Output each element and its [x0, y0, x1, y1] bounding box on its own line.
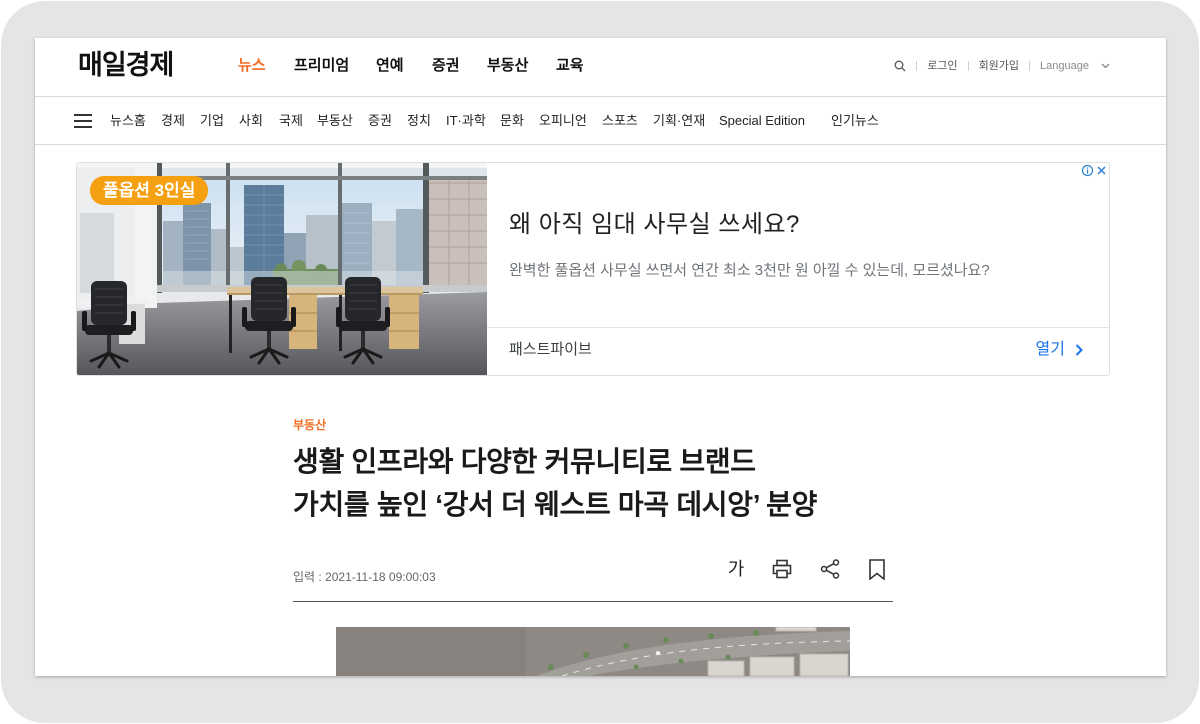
hamburger-menu-icon[interactable] [74, 114, 92, 128]
share-icon[interactable] [819, 558, 841, 580]
ad-badge: 풀옵션 3인실 [90, 176, 209, 205]
language-selector[interactable]: Language [1040, 59, 1110, 73]
article: 부동산 생활 인프라와 다양한 커뮤니티로 브랜드 가치를 높인 ‘강서 더 웨… [293, 38, 893, 676]
divider [916, 61, 918, 71]
article-title-line: 생활 인프라와 다양한 커뮤니티로 브랜드 [293, 446, 756, 477]
published-date: 입력 : 2021-11-18 09:00:03 [293, 570, 436, 584]
article-title-line: 가치를 높인 ‘강서 더 웨스트 마곡 데시앙’ 분양 [293, 489, 818, 520]
print-icon[interactable] [771, 558, 793, 580]
article-title: 생활 인프라와 다양한 커뮤니티로 브랜드 가치를 높인 ‘강서 더 웨스트 마… [293, 440, 893, 526]
search-icon[interactable] [894, 60, 906, 72]
browser-viewport: 매일경제 뉴스 프리미엄 연예 증권 부동산 교육 로그인 회원가입 Langu… [35, 38, 1166, 676]
ad-open-label: 열기 [1035, 341, 1065, 358]
section-nav-item[interactable]: 사회 [239, 112, 263, 130]
section-nav-item[interactable]: 경제 [161, 112, 185, 130]
font-size-button[interactable]: 가 [727, 558, 745, 580]
signup-link[interactable]: 회원가입 [979, 59, 1019, 73]
language-label: Language [1040, 60, 1089, 72]
nav-item-news[interactable]: 뉴스 [238, 56, 266, 76]
divider [967, 61, 969, 71]
utility-menu: 로그인 회원가입 Language [894, 58, 1110, 74]
article-image [336, 626, 851, 676]
bookmark-icon[interactable] [867, 558, 887, 580]
section-nav-item[interactable]: 뉴스홈 [110, 112, 146, 130]
divider [293, 601, 893, 602]
section-nav-item[interactable]: 기업 [200, 112, 224, 130]
divider [1029, 61, 1031, 71]
chevron-down-icon [1101, 63, 1110, 69]
ad-info-icon[interactable] [1081, 164, 1094, 177]
article-category[interactable]: 부동산 [293, 417, 326, 433]
login-link[interactable]: 로그인 [927, 59, 957, 73]
chevron-right-icon [1075, 343, 1083, 357]
ad-open-button[interactable]: 열기 [1036, 339, 1083, 361]
site-logo[interactable]: 매일경제 [78, 49, 174, 81]
ad-choices [1081, 164, 1108, 177]
ad-close-icon[interactable] [1095, 164, 1108, 177]
